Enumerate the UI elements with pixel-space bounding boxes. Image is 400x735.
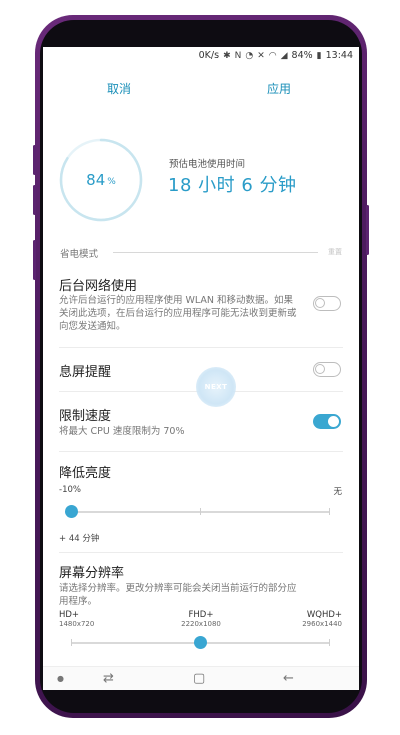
resolution-hd-size: 1480x720 <box>59 620 95 628</box>
cancel-button[interactable]: 取消 <box>107 80 131 97</box>
estimate-label: 预估电池使用时间 <box>169 159 246 170</box>
resolution-tick <box>329 639 330 646</box>
bluetooth-icon: ✱ <box>223 50 231 61</box>
brightness-thumb[interactable] <box>65 505 78 518</box>
brightness-title: 降低亮度 <box>59 466 112 481</box>
resolution-tick <box>71 639 72 646</box>
volume-down-button <box>33 185 36 215</box>
toggle-knob <box>315 364 325 374</box>
battery-percent-value: 84 <box>86 171 106 189</box>
background-network-title: 后台网络使用 <box>59 279 138 294</box>
back-icon[interactable]: ← <box>283 671 294 686</box>
limit-speed-toggle[interactable] <box>313 414 341 429</box>
resolution-thumb[interactable] <box>194 636 207 649</box>
toggle-knob <box>327 415 340 428</box>
power-button <box>366 205 369 255</box>
navigation-bar: ● ⇄ ▢ ← <box>43 666 359 690</box>
dot-icon: ● <box>57 674 64 683</box>
status-time: 13:44 <box>325 50 353 61</box>
battery-percent-status: 84% <box>291 50 313 61</box>
aod-toggle[interactable] <box>313 362 341 377</box>
alarm-icon: ◔ <box>245 50 254 61</box>
wifi-icon: ◠ <box>268 50 277 61</box>
resolution-desc: 请选择分辨率。更改分辨率可能会关闭当前运行的部分应用程序。 <box>59 583 297 607</box>
battery-icon: ▮ <box>316 50 322 61</box>
next-overlay-button[interactable]: NEXT <box>196 367 236 407</box>
aod-title: 息屏提醒 <box>59 365 112 380</box>
network-speed: 0K/s <box>198 50 220 61</box>
home-icon[interactable]: ▢ <box>193 671 205 686</box>
screen: 0K/s ✱ N ◔ ✕ ◠ ◢ 84% ▮ 13:44 取消 应用 84% 预… <box>43 47 359 690</box>
brightness-tick <box>200 508 201 515</box>
bixby-button <box>33 240 36 280</box>
signal-icon: ◢ <box>280 50 288 61</box>
apply-button[interactable]: 应用 <box>267 80 291 97</box>
nfc-icon: N <box>234 50 242 61</box>
resolution-title: 屏幕分辨率 <box>59 566 125 581</box>
background-network-toggle[interactable] <box>313 296 341 311</box>
status-bar: 0K/s ✱ N ◔ ✕ ◠ ◢ 84% ▮ 13:44 <box>43 47 359 65</box>
background-network-desc: 允许后台运行的应用程序使用 WLAN 和移动数据。如果关闭此选项，在后台运行的应… <box>59 295 297 332</box>
brightness-min-label: -10% <box>59 485 81 495</box>
section-title: 省电模式 <box>60 249 99 260</box>
resolution-wqhd-size: 2960x1440 <box>302 620 342 628</box>
brightness-tick <box>329 508 330 515</box>
battery-percent: 84% <box>59 138 143 222</box>
battery-percent-unit: % <box>107 177 116 187</box>
resolution-fhd-name: FHD+ <box>188 610 214 620</box>
brightness-extra: + 44 分钟 <box>59 534 100 544</box>
resolution-fhd-option[interactable]: FHD+ 2220x1080 <box>176 610 226 628</box>
resolution-fhd-size: 2220x1080 <box>181 620 221 628</box>
recent-apps-icon[interactable]: ⇄ <box>103 671 114 686</box>
divider <box>59 451 343 452</box>
estimate-value: 18 小时 6 分钟 <box>168 175 297 196</box>
resolution-hd-option[interactable]: HD+ 1480x720 <box>59 610 94 628</box>
resolution-wqhd-name: WQHD+ <box>306 610 342 620</box>
divider <box>59 552 343 553</box>
mute-icon: ✕ <box>257 50 265 61</box>
section-divider <box>113 252 318 253</box>
reset-button[interactable]: 重置 <box>328 247 342 257</box>
divider <box>59 347 343 348</box>
volume-up-button <box>33 145 36 175</box>
resolution-wqhd-option[interactable]: WQHD+ 2960x1440 <box>302 610 342 628</box>
toggle-knob <box>315 298 325 308</box>
limit-speed-title: 限制速度 <box>59 409 112 424</box>
limit-speed-desc: 将最大 CPU 速度限制为 70% <box>59 426 185 437</box>
brightness-max-label: 无 <box>333 487 342 497</box>
resolution-hd-name: HD+ <box>59 610 80 620</box>
